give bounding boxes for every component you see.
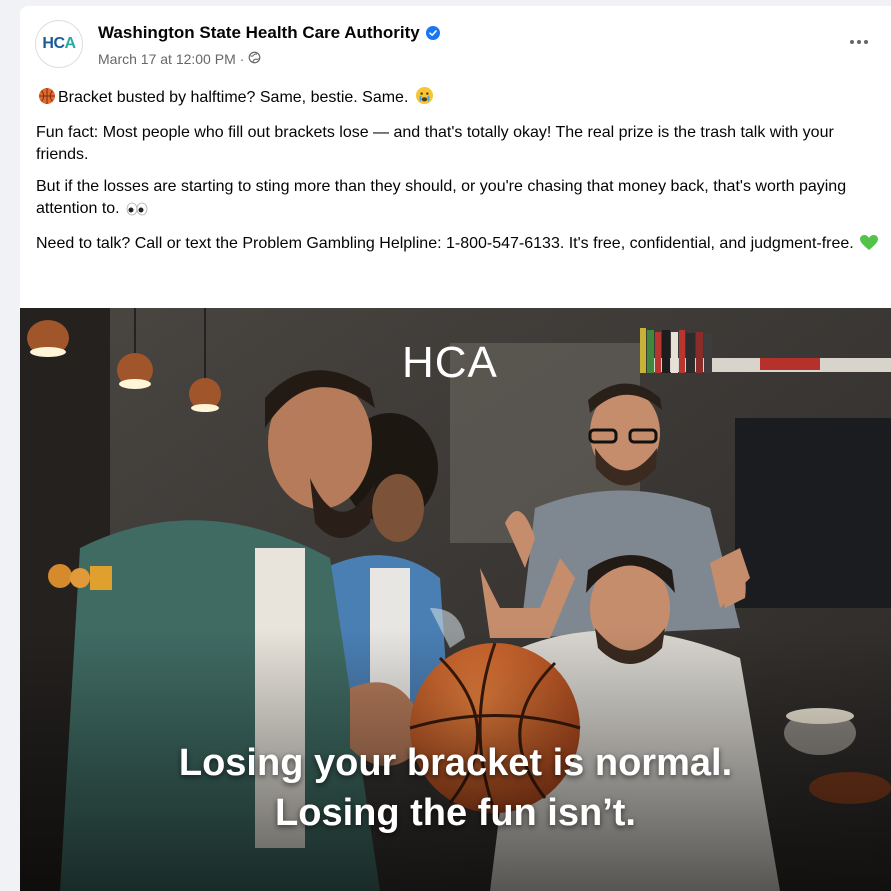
post-header: HCA Washington State Health Care Authori…: [20, 6, 891, 82]
crying-face-emoji: [415, 86, 434, 112]
post-timestamp[interactable]: March 17 at 12:00 PM: [98, 51, 236, 67]
image-caption: Losing your bracket is normal. Losing th…: [20, 738, 891, 838]
eyes-emoji: [126, 201, 148, 223]
post-meta: March 17 at 12:00 PM ·: [98, 51, 261, 67]
meta-separator: ·: [239, 51, 245, 67]
green-heart-emoji: [860, 235, 879, 258]
hca-logo: HCA: [402, 338, 498, 387]
caption-line-2: Losing the fun isn’t.: [275, 792, 636, 834]
post-card: HCA Washington State Health Care Authori…: [20, 6, 891, 891]
page-name-text[interactable]: Washington State Health Care Authority: [98, 23, 420, 43]
avatar[interactable]: HCA: [35, 20, 83, 68]
verified-badge-icon: [425, 26, 440, 40]
post-paragraph-3: But if the losses are starting to sting …: [36, 176, 884, 223]
more-options-icon[interactable]: [845, 32, 873, 52]
page-name[interactable]: Washington State Health Care Authority: [98, 23, 440, 43]
post-paragraph-4: Need to talk? Call or text the Problem G…: [36, 233, 884, 258]
post-text: Bracket busted by halftime? Same, bestie…: [36, 86, 884, 268]
post-paragraph-2: Fun fact: Most people who fill out brack…: [36, 124, 834, 163]
globe-icon[interactable]: [248, 51, 261, 67]
avatar-logo: HCA: [42, 35, 76, 52]
post-image[interactable]: HCA Losing your bracket is normal. Losin…: [20, 308, 891, 891]
post-paragraph-1: Bracket busted by halftime? Same, bestie…: [36, 86, 884, 112]
basketball-emoji: [38, 87, 56, 112]
caption-line-1: Losing your bracket is normal.: [178, 742, 733, 784]
